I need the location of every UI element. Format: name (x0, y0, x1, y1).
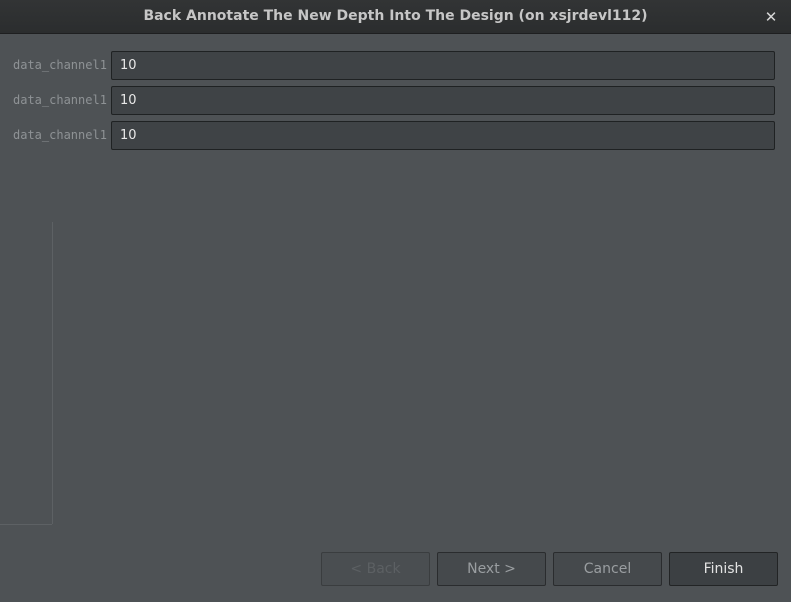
field-label-3: data_channel1 (13, 128, 107, 142)
field-label-2: data_channel1 (13, 93, 107, 107)
back-annotate-dialog: Back Annotate The New Depth Into The Des… (0, 0, 791, 602)
finish-button[interactable]: Finish (669, 552, 778, 586)
panel-divider-horizontal (0, 524, 52, 525)
depth-input-3[interactable] (111, 121, 775, 150)
panel-divider-vertical (52, 222, 53, 524)
window-title: Back Annotate The New Depth Into The Des… (143, 8, 648, 24)
close-icon[interactable]: ✕ (761, 7, 781, 27)
field-row-3: data_channel1 (0, 121, 791, 150)
depth-input-1[interactable] (111, 51, 775, 80)
field-row-1: data_channel1 (0, 51, 791, 80)
field-label-1: data_channel1 (13, 58, 107, 72)
cancel-button[interactable]: Cancel (553, 552, 662, 586)
next-button[interactable]: Next > (437, 552, 546, 586)
back-button[interactable]: < Back (321, 552, 430, 586)
field-row-2: data_channel1 (0, 86, 791, 115)
title-bar[interactable]: Back Annotate The New Depth Into The Des… (0, 0, 791, 34)
depth-input-2[interactable] (111, 86, 775, 115)
